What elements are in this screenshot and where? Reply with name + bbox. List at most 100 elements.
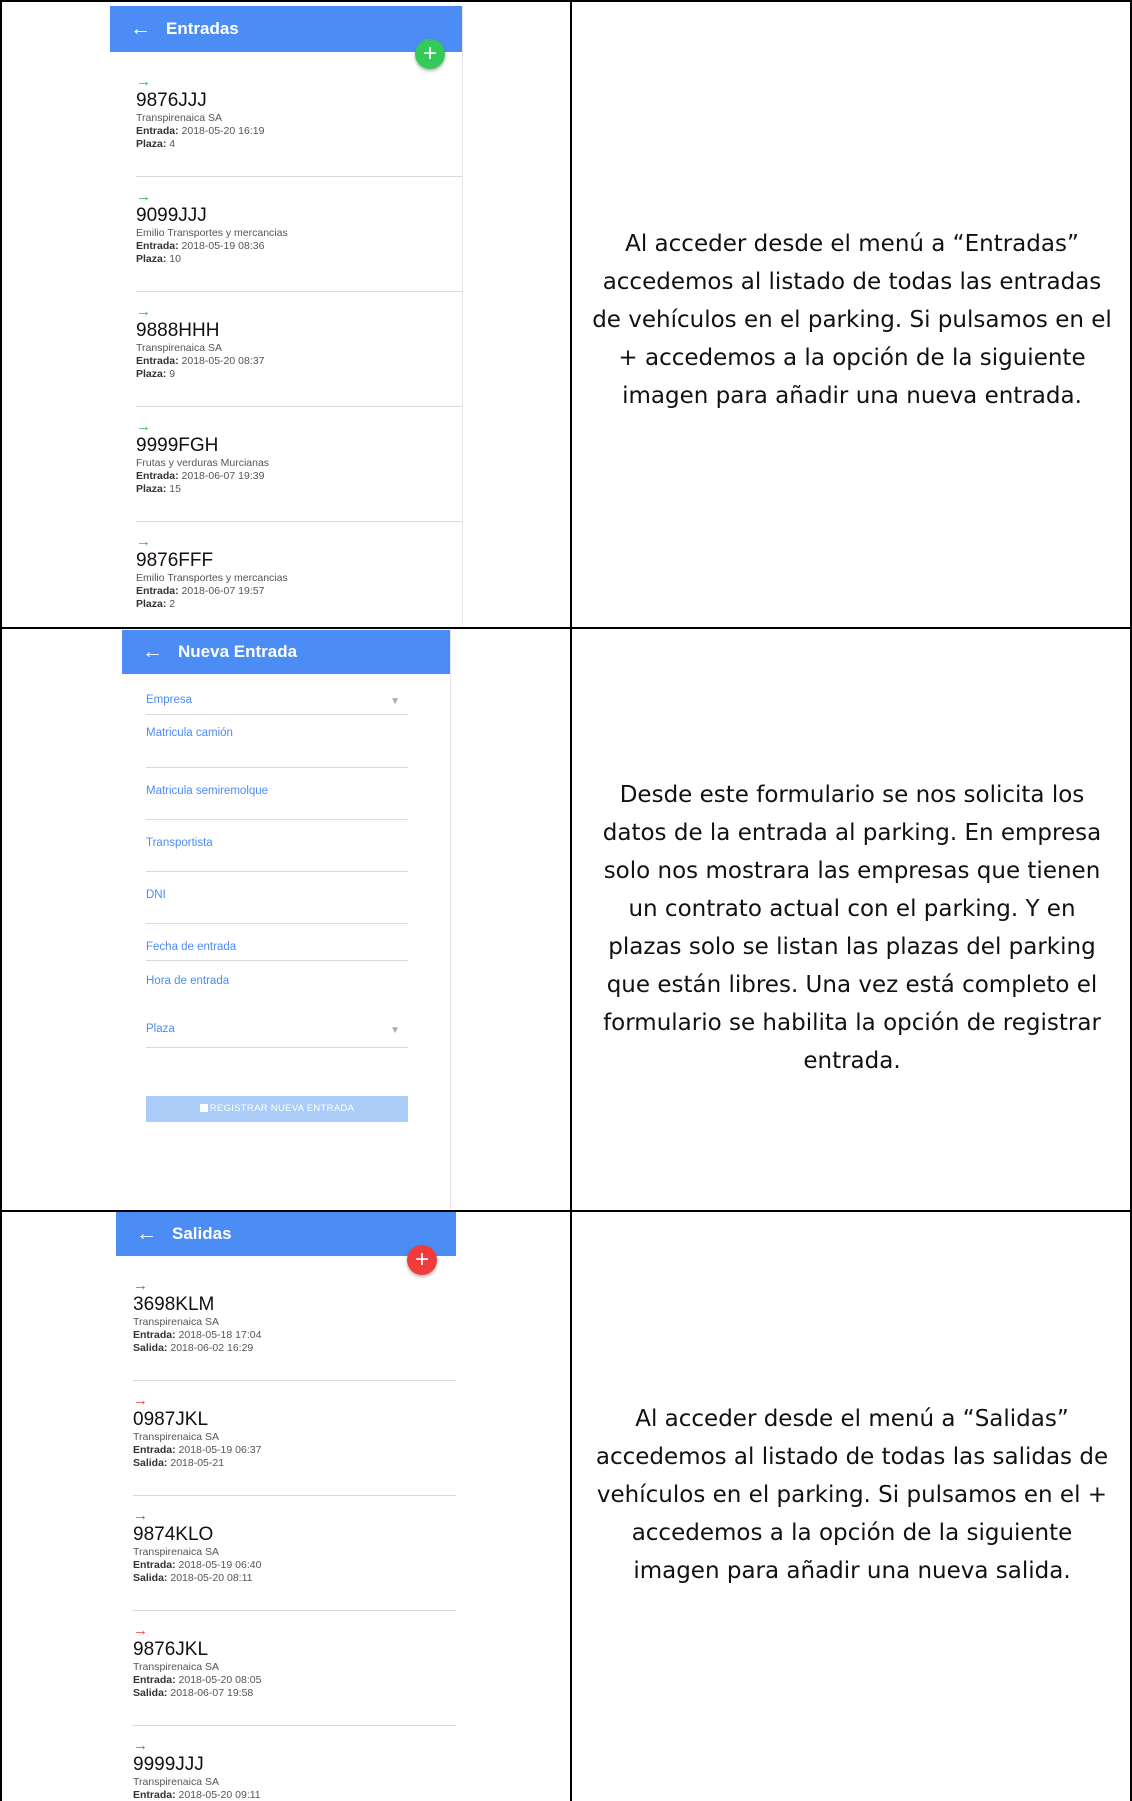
back-arrow-icon[interactable]: ←: [136, 1222, 168, 1246]
company-name: Transpirenaica SA: [133, 1661, 219, 1673]
plate-number: 9876FFF: [136, 550, 214, 571]
list-item[interactable]: → 9099JJJ Emilio Transportes y mercancias E…: [136, 188, 462, 292]
plate-number: 9099JJJ: [136, 205, 207, 226]
entrada-form: Empresa ▼ Matricula camión Matricula sem…: [146, 676, 408, 1122]
company-name: Transpirenaica SA: [133, 1546, 219, 1558]
detail-key: Salida:: [133, 1687, 168, 1699]
detail-value: 2018-05-19 06:40: [178, 1559, 262, 1571]
detail-value: 2018-05-20 16:19: [181, 125, 265, 137]
registrar-entrada-label: REGISTRAR NUEVA ENTRADA: [209, 1103, 355, 1114]
salidas-list: → 3698KLM Transpirenaica SA Entrada: 2018-0…: [133, 1278, 456, 1801]
arrow-right-icon: →: [136, 418, 151, 435]
company-name: Transpirenaica SA: [133, 1431, 219, 1443]
dropdown-caret-icon: ▼: [390, 696, 400, 707]
detail-key: Entrada:: [133, 1674, 176, 1686]
table-border-top: [0, 0, 1132, 2]
detail-value: 2018-05-20 08:37: [181, 355, 265, 367]
registrar-entrada-button[interactable]: REGISTRAR NUEVA ENTRADA: [146, 1096, 408, 1122]
detail-row: Plaza: 9: [136, 368, 462, 381]
save-icon: [199, 1104, 208, 1112]
app-bar: ← Entradas: [110, 6, 462, 52]
description-line: datos de la entrada al parking. En empre…: [602, 820, 1102, 846]
plaza-label: Plaza: [146, 1023, 175, 1035]
add-salida-button[interactable]: +: [407, 1245, 437, 1275]
list-item[interactable]: → 9888HHH Transpirenaica SA Entrada: 2018-0…: [136, 303, 462, 407]
detail-key: Plaza:: [136, 253, 167, 265]
detail-key: Plaza:: [136, 138, 167, 150]
plate-number: 9876JJJ: [136, 90, 207, 111]
description-salidas: Al acceder desde el menú a “Salidas” acce…: [572, 1400, 1132, 1590]
detail-row: Entrada: 2018-05-19 06:40: [133, 1559, 456, 1572]
description-line: que están libres. Una vez está completo …: [606, 972, 1098, 998]
list-item[interactable]: → 3698KLM Transpirenaica SA Entrada: 2018-0…: [133, 1278, 456, 1381]
detail-row: Entrada: 2018-05-20 08:05: [133, 1674, 456, 1687]
detail-row: Entrada: 2018-05-20 09:11: [133, 1789, 456, 1801]
add-entrada-button[interactable]: +: [415, 39, 445, 69]
list-item[interactable]: → 9876JJJ Transpirenaica SA Entrada: 2018-0…: [136, 73, 462, 177]
detail-key: Entrada:: [133, 1329, 176, 1341]
arrow-right-icon: →: [136, 188, 151, 205]
detail-key: Plaza:: [136, 483, 167, 495]
description-line: vehículos en el parking. Si pulsamos en …: [596, 1482, 1108, 1508]
description-nueva-entrada: Desde este formulario se nos solicita lo…: [572, 776, 1132, 1080]
detail-row: Plaza: 4: [136, 138, 462, 151]
list-item[interactable]: → 9876JKL Transpirenaica SA Entrada: 2018-0…: [133, 1623, 456, 1726]
detail-value: 2018-06-07 19:39: [181, 470, 265, 482]
transportista-field[interactable]: Transportista: [146, 820, 408, 872]
list-item[interactable]: → 0987JKL Transpirenaica SA Entrada: 2018-0…: [133, 1393, 456, 1496]
detail-row: Salida: 2018-05-20 08:11: [133, 1572, 456, 1585]
hora-entrada-field[interactable]: Hora de entrada: [146, 961, 408, 999]
list-item[interactable]: → 9874KLO Transpirenaica SA Entrada: 2018-0…: [133, 1508, 456, 1611]
plate-number: 9874KLO: [133, 1524, 214, 1545]
detail-key: Entrada:: [133, 1444, 176, 1456]
description-line: solo nos mostrara las empresas que tiene…: [603, 858, 1101, 884]
detail-key: Entrada:: [133, 1559, 176, 1571]
empresa-select[interactable]: Empresa ▼: [146, 676, 408, 715]
list-item[interactable]: → 9999FGH Frutas y verduras Murcianas Entra…: [136, 418, 462, 522]
table-border-left: [0, 0, 2, 1801]
detail-row: Entrada: 2018-06-07 19:39: [136, 470, 462, 483]
matricula-semiremolque-label: Matricula semiremolque: [146, 785, 269, 797]
detail-value: 2018-05-20 09:11: [178, 1789, 261, 1801]
company-name: Transpirenaica SA: [133, 1316, 219, 1328]
salidas-screenshot: ← Salidas + → 3698KLM Transpirenaica SA Ent…: [116, 1212, 456, 1801]
detail-key: Plaza:: [136, 368, 167, 380]
detail-value: 9: [169, 368, 176, 380]
detail-value: 2018-05-19 08:36: [181, 240, 265, 252]
detail-row: Salida: 2018-05-21: [133, 1457, 456, 1470]
detail-key: Plaza:: [136, 598, 167, 610]
description-line: Al acceder desde el menú a “Salidas”: [635, 1406, 1069, 1432]
detail-key: Entrada:: [136, 470, 179, 482]
arrow-right-icon: →: [136, 73, 151, 90]
detail-row: Entrada: 2018-06-07 19:57: [136, 585, 462, 598]
detail-row: Entrada: 2018-05-19 06:37: [133, 1444, 456, 1457]
entradas-screenshot: ← Entradas + → 9876JJJ Transpirenaica SA En…: [110, 6, 463, 627]
description-line: accedemos al listado de todas las entrad…: [602, 269, 1102, 295]
matricula-semiremolque-field[interactable]: Matricula semiremolque: [146, 768, 408, 820]
detail-value: 2018-05-20 08:05: [178, 1674, 262, 1686]
description-line: accedemos a la opción de la siguiente: [631, 1520, 1073, 1546]
description-line: Al acceder desde el menú a “Entradas”: [625, 231, 1079, 257]
fecha-entrada-field[interactable]: Fecha de entrada: [146, 924, 408, 961]
detail-value: 2018-05-18 17:04: [178, 1329, 262, 1341]
description-line: formulario se habilita la opción de regi…: [603, 1010, 1101, 1036]
arrow-right-icon: →: [133, 1277, 148, 1294]
dni-field[interactable]: DNI: [146, 872, 408, 924]
description-line: Desde este formulario se nos solicita lo…: [619, 782, 1085, 808]
description-line: de vehículos en el parking. Si pulsamos …: [592, 307, 1112, 333]
arrow-right-icon: →: [136, 533, 151, 550]
company-name: Transpirenaica SA: [136, 112, 222, 124]
list-item[interactable]: → 9876FFF Emilio Transportes y mercancias E…: [136, 533, 462, 627]
detail-value: 2018-06-07 19:57: [181, 585, 265, 597]
arrow-right-icon: →: [136, 303, 151, 320]
detail-row: Entrada: 2018-05-20 16:19: [136, 125, 462, 138]
detail-row: Entrada: 2018-05-18 17:04: [133, 1329, 456, 1342]
plate-number: 9999JJJ: [133, 1754, 204, 1775]
back-arrow-icon[interactable]: ←: [142, 640, 174, 664]
detail-value: 10: [169, 253, 181, 265]
list-item[interactable]: → 9999JJJ Transpirenaica SA Entrada: 2018-0…: [133, 1738, 456, 1801]
matricula-camion-field[interactable]: Matricula camión: [146, 715, 408, 768]
plate-number: 9999FGH: [136, 435, 219, 456]
plaza-select[interactable]: Plaza ▼: [146, 999, 408, 1048]
back-arrow-icon[interactable]: ←: [130, 17, 162, 41]
